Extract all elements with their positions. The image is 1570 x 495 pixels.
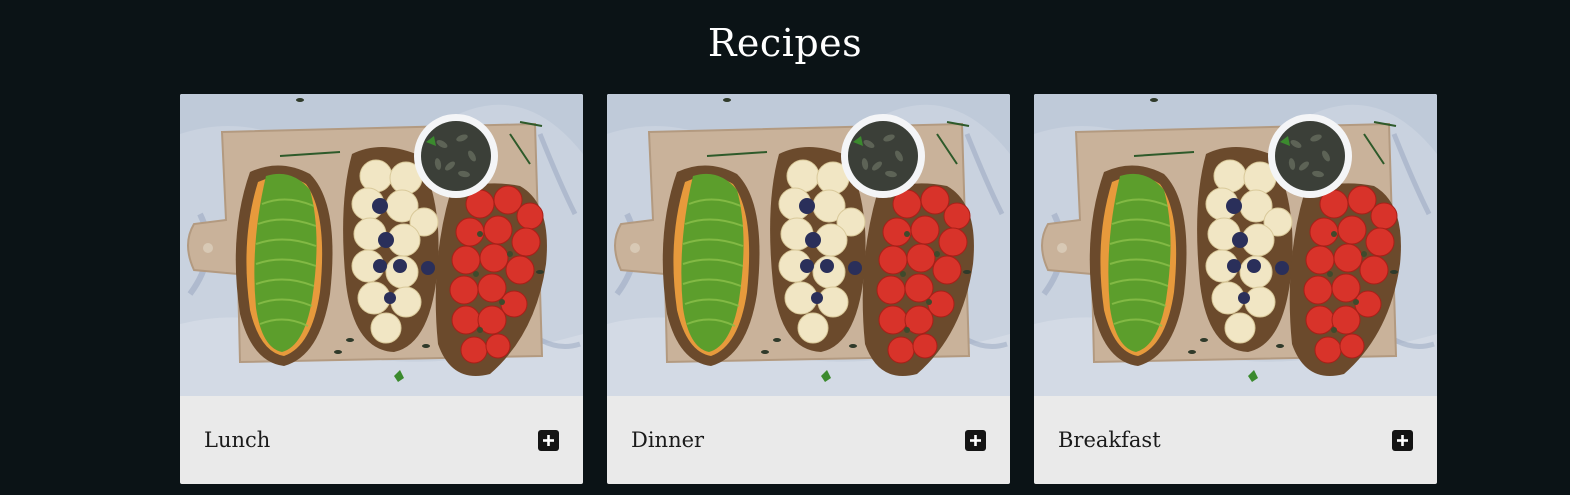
plus-icon [543, 434, 554, 446]
recipe-card-dinner[interactable]: Dinner [607, 94, 1010, 484]
card-label: Breakfast [1058, 428, 1161, 452]
recipe-card-breakfast[interactable]: Breakfast [1034, 94, 1437, 484]
card-footer: Lunch [180, 396, 583, 484]
add-button[interactable] [965, 429, 986, 451]
add-button[interactable] [1392, 429, 1413, 451]
recipe-cards: Lunch Dinner Breakfast [180, 94, 1437, 484]
recipe-photo [1034, 94, 1437, 396]
recipe-card-lunch[interactable]: Lunch [180, 94, 583, 484]
recipe-photo [180, 94, 583, 396]
card-footer: Breakfast [1034, 396, 1437, 484]
card-footer: Dinner [607, 396, 1010, 484]
card-label: Lunch [204, 428, 271, 452]
add-button[interactable] [538, 429, 559, 451]
card-label: Dinner [631, 428, 705, 452]
plus-icon [970, 434, 981, 446]
page-title: Recipes [707, 21, 863, 65]
plus-icon [1397, 434, 1408, 446]
recipe-photo [607, 94, 1010, 396]
